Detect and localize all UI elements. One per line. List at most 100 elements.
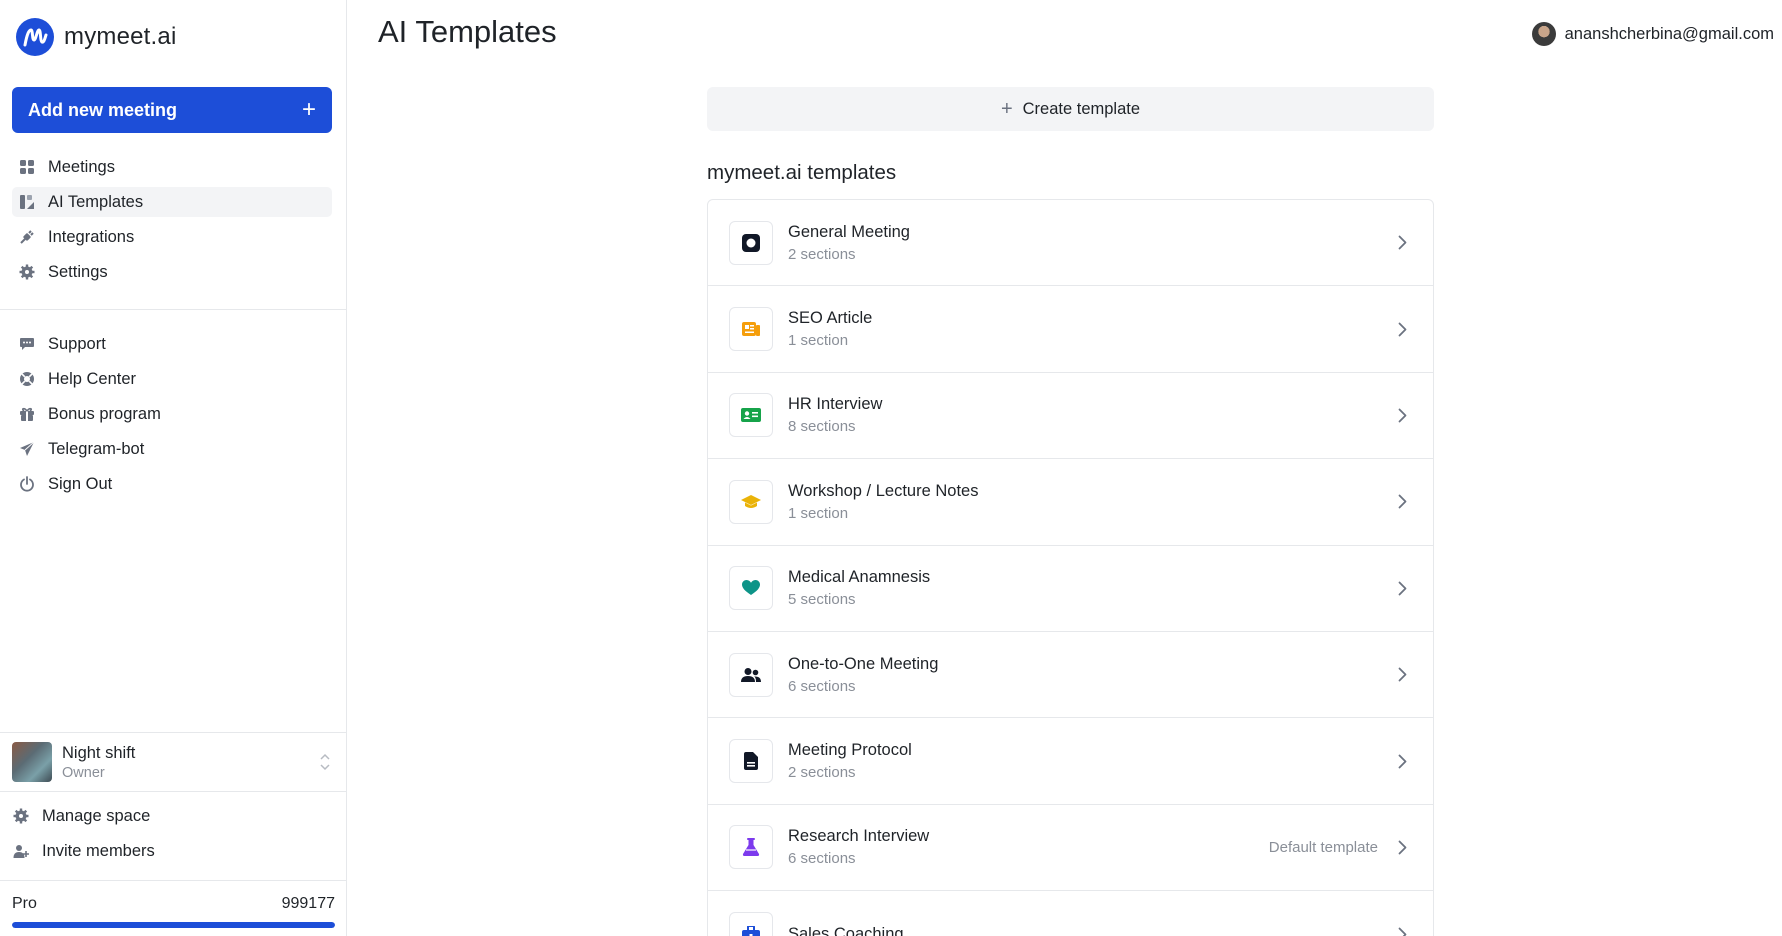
- template-row[interactable]: Sales Coaching: [708, 891, 1433, 936]
- template-row[interactable]: Medical Anamnesis 5 sections: [708, 546, 1433, 632]
- template-list: General Meeting 2 sections SEO Article 1 se…: [707, 199, 1434, 936]
- brand-name: mymeet.ai: [64, 23, 177, 50]
- sidebar: mymeet.ai Add new meeting + Meetings AI …: [0, 0, 347, 936]
- nav-item-telegram-bot[interactable]: Telegram-bot: [12, 434, 332, 464]
- template-name: One-to-One Meeting: [788, 654, 939, 673]
- chevron-right-icon: [1396, 926, 1408, 936]
- template-row[interactable]: SEO Article 1 section: [708, 286, 1433, 373]
- nav-item-meetings[interactable]: Meetings: [12, 152, 332, 182]
- nav-item-label: Support: [48, 334, 106, 353]
- sidebar-divider: [0, 309, 347, 310]
- plan-progress-bar: [12, 922, 335, 928]
- template-sections: 8 sections: [788, 418, 856, 436]
- add-new-meeting-label: Add new meeting: [28, 99, 178, 120]
- template-row[interactable]: General Meeting 2 sections: [708, 200, 1433, 287]
- nav-item-sign-out[interactable]: Sign Out: [12, 469, 332, 499]
- nav-item-invite-members[interactable]: Invite members: [6, 836, 326, 866]
- template-sections: 1 section: [788, 332, 849, 350]
- template-name: General Meeting: [788, 222, 910, 241]
- graduation-cap-icon: [729, 479, 773, 524]
- heart-icon: [729, 566, 773, 611]
- avatar: [1531, 22, 1556, 46]
- document-icon: [729, 739, 773, 784]
- template-name: Workshop / Lecture Notes: [788, 481, 979, 500]
- nav-item-label: Help Center: [48, 369, 137, 388]
- template-row[interactable]: Research Interview 6 sections Default temp…: [708, 805, 1433, 892]
- template-name: HR Interview: [788, 395, 883, 414]
- gift-icon: [18, 405, 36, 423]
- template-sections: 1 section: [788, 504, 849, 522]
- users-icon: [729, 652, 773, 697]
- nav-item-label: Meetings: [48, 157, 115, 176]
- templates-icon: [18, 193, 36, 211]
- nav-item-settings[interactable]: Settings: [12, 257, 332, 287]
- template-sections: 2 sections: [788, 764, 856, 782]
- template-row[interactable]: One-to-One Meeting 6 sections: [708, 632, 1433, 719]
- brand-logo-icon: [16, 18, 54, 56]
- gear-icon: [18, 263, 36, 281]
- template-name: Sales Coaching: [788, 924, 904, 936]
- chevron-right-icon: [1396, 407, 1408, 423]
- chevron-right-icon: [1396, 753, 1408, 769]
- nav-item-label: AI Templates: [48, 192, 144, 211]
- circle-square-icon: [729, 220, 773, 265]
- flask-icon: [729, 825, 773, 870]
- plus-icon: +: [1000, 98, 1013, 120]
- nav-item-bonus-program[interactable]: Bonus program: [12, 399, 332, 429]
- workspace-avatar: [12, 742, 52, 782]
- workspace-switcher[interactable]: Night shift Owner: [0, 732, 347, 792]
- template-row[interactable]: Workshop / Lecture Notes 1 section: [708, 459, 1433, 546]
- template-sections: 6 sections: [788, 677, 856, 695]
- section-title: mymeet.ai templates: [707, 161, 897, 184]
- create-template-button[interactable]: + Create template: [707, 87, 1434, 131]
- create-template-label: Create template: [1022, 99, 1141, 118]
- template-sections: 6 sections: [788, 850, 856, 868]
- page-title: AI Templates: [378, 14, 557, 49]
- nav-item-label: Telegram-bot: [48, 439, 145, 458]
- power-icon: [18, 475, 36, 493]
- grid-icon: [18, 158, 36, 176]
- nav-item-label: Sign Out: [48, 474, 113, 493]
- nav-item-support[interactable]: Support: [12, 329, 332, 359]
- nav-item-label: Settings: [48, 262, 108, 281]
- template-sections: 5 sections: [788, 591, 856, 609]
- chevron-right-icon: [1396, 235, 1408, 251]
- brand[interactable]: mymeet.ai: [16, 17, 177, 57]
- nav-item-help-center[interactable]: Help Center: [12, 364, 332, 394]
- chevron-up-down-icon: [319, 753, 331, 772]
- user-email: ananshcherbina@gmail.com: [1564, 24, 1774, 43]
- newspaper-icon: [729, 307, 773, 352]
- template-name: SEO Article: [788, 309, 873, 328]
- plan-name: Pro: [12, 895, 37, 912]
- nav-item-label: Bonus program: [48, 404, 161, 423]
- nav-item-manage-space[interactable]: Manage space: [6, 801, 326, 831]
- user-menu[interactable]: ananshcherbina@gmail.com: [1531, 22, 1774, 46]
- template-row[interactable]: Meeting Protocol 2 sections: [708, 718, 1433, 805]
- workspace-role: Owner: [62, 764, 105, 781]
- main-nav: Meetings AI Templates Integrations Setti…: [12, 152, 332, 292]
- template-row[interactable]: HR Interview 8 sections: [708, 373, 1433, 460]
- plus-icon: +: [301, 96, 316, 123]
- lifebuoy-icon: [18, 370, 36, 388]
- template-name: Meeting Protocol: [788, 741, 912, 760]
- chevron-right-icon: [1396, 580, 1408, 596]
- chat-icon: [18, 335, 36, 353]
- space-nav: Manage space Invite members: [6, 801, 326, 871]
- add-new-meeting-button[interactable]: Add new meeting +: [12, 87, 332, 133]
- templates-main: + Create template mymeet.ai templates Ge…: [707, 87, 1434, 936]
- nav-item-integrations[interactable]: Integrations: [12, 222, 332, 252]
- plan-value: 999177: [281, 895, 335, 912]
- template-name: Research Interview: [788, 827, 930, 846]
- chevron-right-icon: [1396, 321, 1408, 337]
- default-template-badge: Default template: [1268, 838, 1378, 856]
- chevron-right-icon: [1396, 667, 1408, 683]
- paper-plane-icon: [18, 440, 36, 458]
- nav-item-label: Manage space: [42, 806, 151, 825]
- gear-icon: [12, 807, 30, 825]
- secondary-nav: Support Help Center Bonus program Telegr…: [12, 329, 332, 504]
- plan-progress-fill: [12, 922, 335, 928]
- nav-item-ai-templates[interactable]: AI Templates: [12, 187, 332, 217]
- id-card-icon: [729, 393, 773, 438]
- template-name: Medical Anamnesis: [788, 568, 931, 587]
- workspace-name: Night shift: [62, 743, 136, 762]
